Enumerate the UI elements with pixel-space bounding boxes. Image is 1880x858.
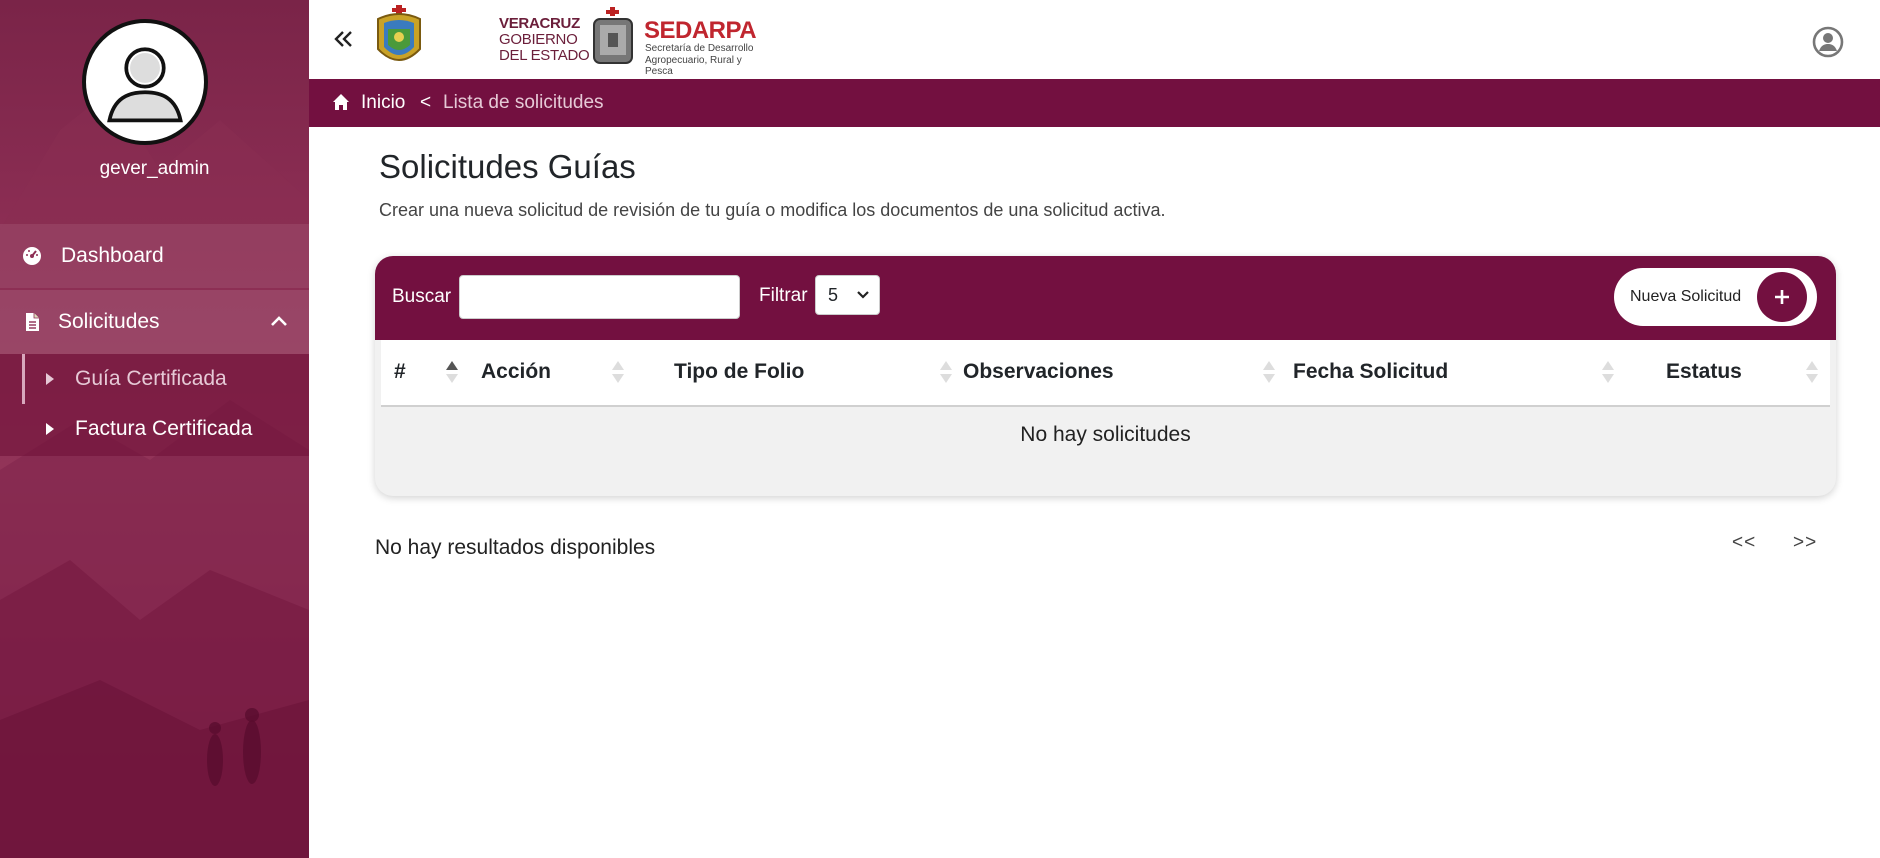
breadcrumb-separator: < bbox=[420, 92, 432, 113]
logo-veracruz-text: VERACRUZ bbox=[499, 15, 580, 32]
column-header-accion[interactable]: Acción bbox=[481, 360, 551, 384]
sort-asc-icon[interactable] bbox=[445, 360, 459, 384]
empty-table-message: No hay solicitudes bbox=[1020, 423, 1191, 446]
sidebar-item-dashboard[interactable]: Dashboard bbox=[0, 224, 309, 288]
table-row: No hay solicitudes bbox=[381, 407, 1830, 490]
submenu-item-factura-certificada[interactable]: Factura Certificada bbox=[0, 406, 309, 452]
user-avatar-icon bbox=[107, 47, 183, 123]
new-request-button[interactable]: Nueva Solicitud bbox=[1614, 268, 1817, 326]
sort-icon[interactable] bbox=[1262, 360, 1276, 384]
sidebar-item-label: Dashboard bbox=[61, 244, 164, 267]
document-icon bbox=[26, 313, 39, 331]
pagination-prev-button[interactable]: << bbox=[1732, 532, 1756, 554]
logo-sedarpa-subtitle: Secretaría de Desarrollo bbox=[645, 43, 754, 54]
page-description: Crear una nueva solicitud de revisión de… bbox=[379, 200, 1166, 220]
pagination-next-button[interactable]: >> bbox=[1793, 532, 1817, 554]
sort-icon[interactable] bbox=[611, 360, 625, 384]
search-input[interactable] bbox=[459, 275, 740, 319]
government-logo: VERACRUZ GOBIERNO DEL ESTADO SEDARPA Sec… bbox=[372, 5, 772, 77]
search-label: Buscar bbox=[392, 286, 452, 307]
column-header-number[interactable]: # bbox=[394, 360, 406, 384]
filter-selected-value: 5 bbox=[828, 284, 839, 305]
chevron-down-icon bbox=[857, 291, 869, 299]
breadcrumb-current: Lista de solicitudes bbox=[443, 92, 604, 113]
gauge-icon bbox=[23, 247, 41, 265]
column-header-estatus[interactable]: Estatus bbox=[1666, 360, 1742, 384]
sidebar: gever_admin Dashboard Solicitudes Guía C… bbox=[0, 0, 309, 858]
breadcrumb: Inicio < Lista de solicitudes bbox=[309, 79, 1880, 127]
table-toolbar: Buscar Filtrar 5 Nueva Solicitud bbox=[375, 256, 1836, 340]
page-title: Solicitudes Guías bbox=[379, 148, 636, 185]
breadcrumb-home-link[interactable]: Inicio bbox=[361, 92, 405, 114]
collapse-sidebar-icon[interactable] bbox=[332, 28, 354, 50]
sort-icon[interactable] bbox=[1805, 360, 1819, 384]
submenu-item-label: Factura Certificada bbox=[75, 417, 253, 440]
top-header: VERACRUZ GOBIERNO DEL ESTADO SEDARPA Sec… bbox=[309, 0, 1880, 79]
avatar[interactable] bbox=[82, 19, 208, 145]
sort-icon[interactable] bbox=[939, 360, 953, 384]
submenu-item-label: Guía Certificada bbox=[75, 367, 227, 390]
add-button[interactable] bbox=[1757, 272, 1807, 322]
requests-table: # Acción Tipo de Folio Observaciones Fec… bbox=[381, 340, 1830, 490]
caret-right-icon bbox=[46, 373, 54, 385]
user-account-icon[interactable] bbox=[1812, 26, 1844, 58]
sidebar-item-label: Solicitudes bbox=[58, 310, 160, 333]
logo-sedarpa-subtitle: Agropecuario, Rural y Pesca bbox=[645, 55, 742, 77]
column-header-tipo-folio[interactable]: Tipo de Folio bbox=[674, 360, 804, 384]
filter-label: Filtrar bbox=[759, 285, 808, 306]
submenu-item-guia-certificada[interactable]: Guía Certificada bbox=[0, 354, 309, 404]
filter-select[interactable]: 5 bbox=[815, 275, 880, 315]
column-header-fecha-solicitud[interactable]: Fecha Solicitud bbox=[1293, 360, 1448, 384]
caret-right-icon bbox=[46, 423, 54, 435]
sedarpa-seal-icon bbox=[593, 7, 633, 64]
home-icon[interactable] bbox=[332, 93, 350, 111]
logo-del-estado-text: DEL ESTADO bbox=[499, 47, 590, 64]
new-request-label: Nueva Solicitud bbox=[1630, 288, 1742, 305]
requests-table-card: Buscar Filtrar 5 Nueva Solicitud # Acció… bbox=[375, 256, 1836, 496]
sidebar-item-solicitudes[interactable]: Solicitudes bbox=[0, 290, 309, 354]
veracruz-coat-of-arms-icon bbox=[377, 5, 421, 61]
username: gever_admin bbox=[99, 158, 210, 179]
logo-gobierno-text: GOBIERNO bbox=[499, 31, 578, 48]
sort-icon[interactable] bbox=[1601, 360, 1615, 384]
logo-sedarpa-text: SEDARPA bbox=[644, 17, 757, 44]
profile-section: gever_admin bbox=[0, 0, 309, 224]
chevron-up-icon[interactable] bbox=[270, 312, 288, 330]
results-status: No hay resultados disponibles bbox=[375, 536, 656, 559]
column-header-observaciones[interactable]: Observaciones bbox=[963, 360, 1114, 384]
plus-icon bbox=[1775, 290, 1789, 304]
active-indicator bbox=[22, 354, 25, 404]
